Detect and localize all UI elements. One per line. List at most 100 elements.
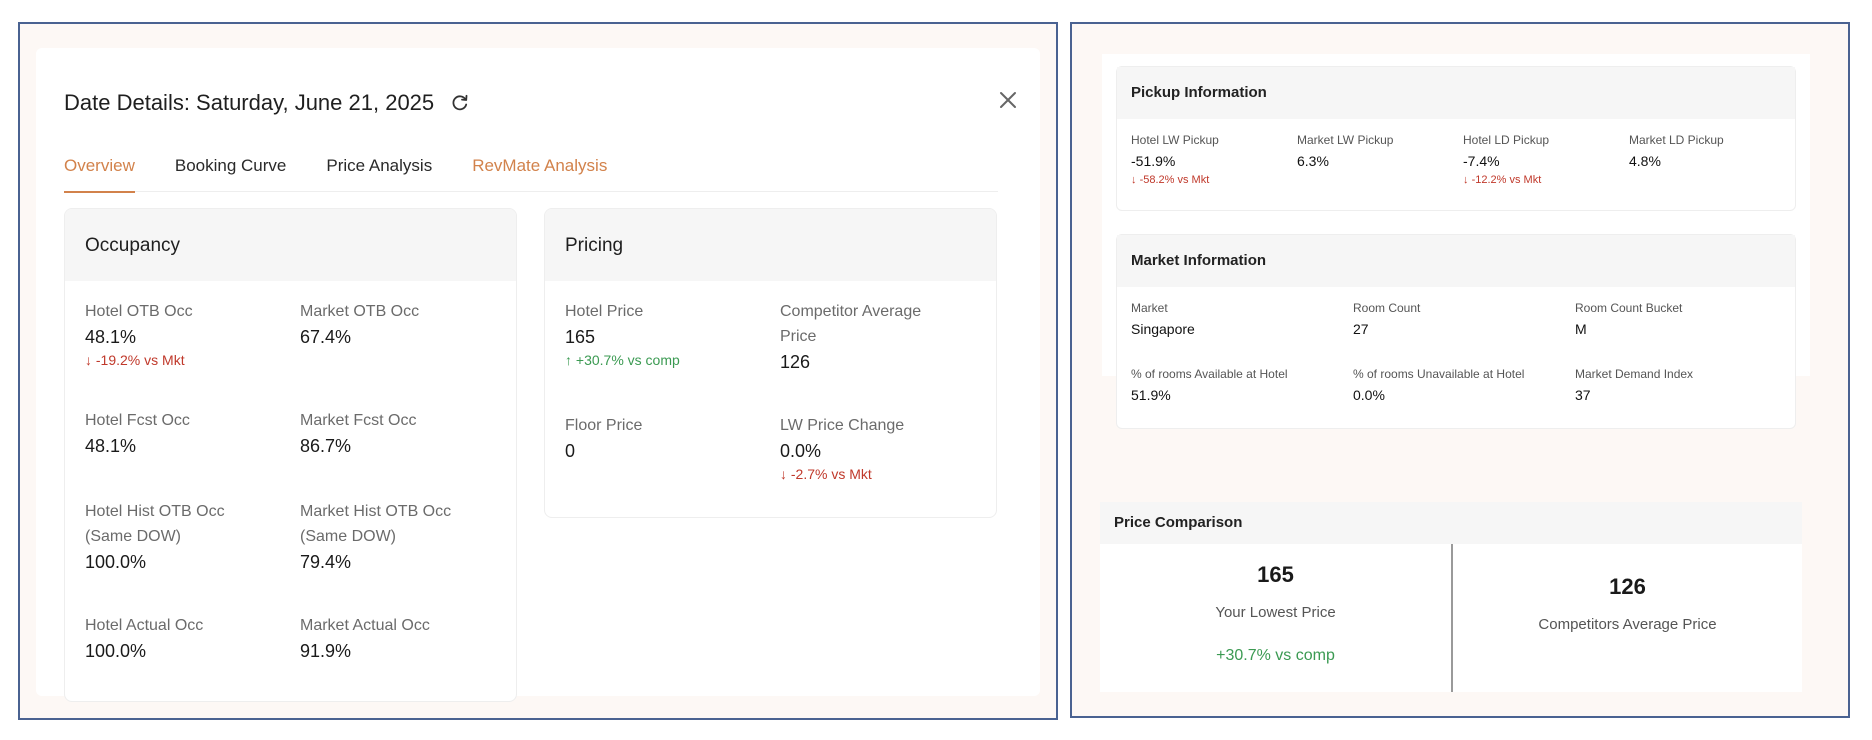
metric-lw-price-change: LW Price Change 0.0% ↓ -2.7% vs Mkt <box>780 413 970 482</box>
your-lowest-price: 165 Your Lowest Price +30.7% vs comp <box>1100 544 1451 692</box>
refresh-icon[interactable] <box>450 93 470 113</box>
market-label: % of rooms Available at Hotel <box>1131 367 1288 381</box>
tab-price-analysis[interactable]: Price Analysis <box>326 150 432 192</box>
market-value: 51.9% <box>1131 387 1171 403</box>
date-details-dialog: Date Details: Saturday, June 21, 2025 Ov… <box>36 48 1040 702</box>
metric-market-actual-occ: Market Actual Occ 91.9% <box>300 613 490 662</box>
metric-label: LW Price Change <box>780 417 905 434</box>
price-comparison-card: Price Comparison 165 Your Lowest Price +… <box>1100 502 1802 692</box>
market-info-rooms-unavailable: % of rooms Unavailable at Hotel 0.0% <box>1353 367 1563 403</box>
metric-market-otb-occ: Market OTB Occ 67.4% <box>300 299 490 348</box>
date-details-detail-panel: Pickup Information Hotel LW Pickup -51.9… <box>1070 22 1850 718</box>
pickup-value: 6.3% <box>1297 153 1329 169</box>
pickup-label: Hotel LW Pickup <box>1131 133 1219 147</box>
occupancy-card: Occupancy Hotel OTB Occ 48.1% ↓ -19.2% v… <box>64 208 517 702</box>
metric-hotel-price: Hotel Price 165 ↑ +30.7% vs comp <box>565 299 755 368</box>
pickup-label: Market LD Pickup <box>1629 133 1724 147</box>
pickup-delta-text: -58.2% vs Mkt <box>1139 174 1210 186</box>
metric-value: 86.7% <box>300 436 352 456</box>
metric-value: 0.0% <box>780 441 822 461</box>
your-price-label: Your Lowest Price <box>1215 604 1336 621</box>
tab-bar: Overview Booking Curve Price Analysis Re… <box>64 150 998 193</box>
market-card-title: Market Information <box>1117 235 1795 287</box>
metric-delta-text: -19.2% vs Mkt <box>95 352 185 368</box>
date-details-panel: Date Details: Saturday, June 21, 2025 Ov… <box>18 22 1058 720</box>
dialog-title: Date Details: Saturday, June 21, 2025 <box>64 90 470 116</box>
tab-revmate-analysis[interactable]: RevMate Analysis <box>472 150 607 192</box>
metric-value: 48.1% <box>85 327 137 347</box>
pickup-hotel-lw: Hotel LW Pickup -51.9% ↓ -58.2% vs Mkt <box>1131 133 1291 186</box>
your-price-delta: +30.7% vs comp <box>1216 647 1335 664</box>
pickup-card-title: Pickup Information <box>1117 67 1795 119</box>
metric-value: 79.4% <box>300 552 352 572</box>
market-label: Market Demand Index <box>1575 367 1694 381</box>
competitors-average-price: 126 Competitors Average Price <box>1453 544 1802 692</box>
metric-value: 67.4% <box>300 327 352 347</box>
metric-market-fcst-occ: Market Fcst Occ 86.7% <box>300 408 490 457</box>
tab-booking-curve[interactable]: Booking Curve <box>175 150 287 192</box>
metric-label: Market Actual Occ <box>300 617 430 634</box>
pickup-delta: ↓ -58.2% vs Mkt <box>1131 174 1291 186</box>
market-label: Market <box>1131 301 1168 315</box>
pickup-value: 4.8% <box>1629 153 1661 169</box>
metric-floor-price: Floor Price 0 <box>565 413 755 462</box>
arrow-up-icon: ↑ <box>565 352 572 368</box>
metric-delta-text: +30.7% vs comp <box>575 352 680 368</box>
market-label: Room Count Bucket <box>1575 301 1683 315</box>
pickup-value: -51.9% <box>1131 153 1176 169</box>
pickup-information-card: Pickup Information Hotel LW Pickup -51.9… <box>1116 66 1796 211</box>
competitor-price-label: Competitors Average Price <box>1538 616 1717 633</box>
pickup-market-lw: Market LW Pickup 6.3% <box>1297 133 1457 169</box>
metric-delta: ↓ -2.7% vs Mkt <box>780 466 970 482</box>
competitor-price-value: 126 <box>1609 574 1646 599</box>
pickup-label: Hotel LD Pickup <box>1463 133 1550 147</box>
metric-label: Hotel Hist OTB Occ (Same DOW) <box>85 503 225 545</box>
metric-value: 126 <box>780 352 811 372</box>
market-value: Singapore <box>1131 321 1195 337</box>
metric-value: 100.0% <box>85 641 147 661</box>
arrow-down-icon: ↓ <box>780 466 787 482</box>
tab-overview[interactable]: Overview <box>64 150 135 193</box>
market-info-demand-index: Market Demand Index 37 <box>1575 367 1785 403</box>
metric-label: Hotel Fcst Occ <box>85 412 190 429</box>
metric-label: Market Fcst Occ <box>300 412 417 429</box>
arrow-down-icon: ↓ <box>1131 174 1137 186</box>
occupancy-card-title: Occupancy <box>65 209 516 281</box>
market-label: % of rooms Unavailable at Hotel <box>1353 367 1525 381</box>
market-info-room-count: Room Count 27 <box>1353 301 1563 337</box>
metric-label: Floor Price <box>565 417 643 434</box>
metric-value: 100.0% <box>85 552 147 572</box>
metric-label: Market OTB Occ <box>300 303 420 320</box>
pricing-card: Pricing Hotel Price 165 ↑ +30.7% vs comp… <box>544 208 997 518</box>
market-value: 37 <box>1575 387 1591 403</box>
market-info-market: Market Singapore <box>1131 301 1341 337</box>
metric-market-hist-otb-occ: Market Hist OTB Occ (Same DOW) 79.4% <box>300 499 475 573</box>
metric-label: Hotel Price <box>565 303 644 320</box>
market-info-room-count-bucket: Room Count Bucket M <box>1575 301 1785 337</box>
metric-hotel-actual-occ: Hotel Actual Occ 100.0% <box>85 613 275 662</box>
metric-label: Market Hist OTB Occ (Same DOW) <box>300 503 452 545</box>
market-info-rooms-available: % of rooms Available at Hotel 51.9% <box>1131 367 1341 403</box>
price-comparison-title: Price Comparison <box>1100 502 1802 544</box>
metric-value: 91.9% <box>300 641 352 661</box>
market-label: Room Count <box>1353 301 1421 315</box>
market-value: M <box>1575 321 1587 337</box>
market-information-card: Market Information Market Singapore Room… <box>1116 234 1796 429</box>
pickup-market-ld: Market LD Pickup 4.8% <box>1629 133 1789 169</box>
pickup-delta: ↓ -12.2% vs Mkt <box>1463 174 1623 186</box>
pickup-label: Market LW Pickup <box>1297 133 1394 147</box>
metric-value: 0 <box>565 441 576 461</box>
arrow-down-icon: ↓ <box>85 352 92 368</box>
close-icon[interactable] <box>996 88 1020 112</box>
metric-label: Competitor Average Price <box>780 303 922 345</box>
metric-delta-text: -2.7% vs Mkt <box>790 466 872 482</box>
metric-delta: ↑ +30.7% vs comp <box>565 352 755 368</box>
metric-label: Hotel OTB Occ <box>85 303 193 320</box>
market-value: 27 <box>1353 321 1369 337</box>
metric-value: 165 <box>565 327 596 347</box>
your-price-value: 165 <box>1257 562 1294 587</box>
metric-hotel-otb-occ: Hotel OTB Occ 48.1% ↓ -19.2% vs Mkt <box>85 299 275 368</box>
metric-delta: ↓ -19.2% vs Mkt <box>85 352 275 368</box>
arrow-down-icon: ↓ <box>1463 174 1469 186</box>
pricing-card-title: Pricing <box>545 209 996 281</box>
